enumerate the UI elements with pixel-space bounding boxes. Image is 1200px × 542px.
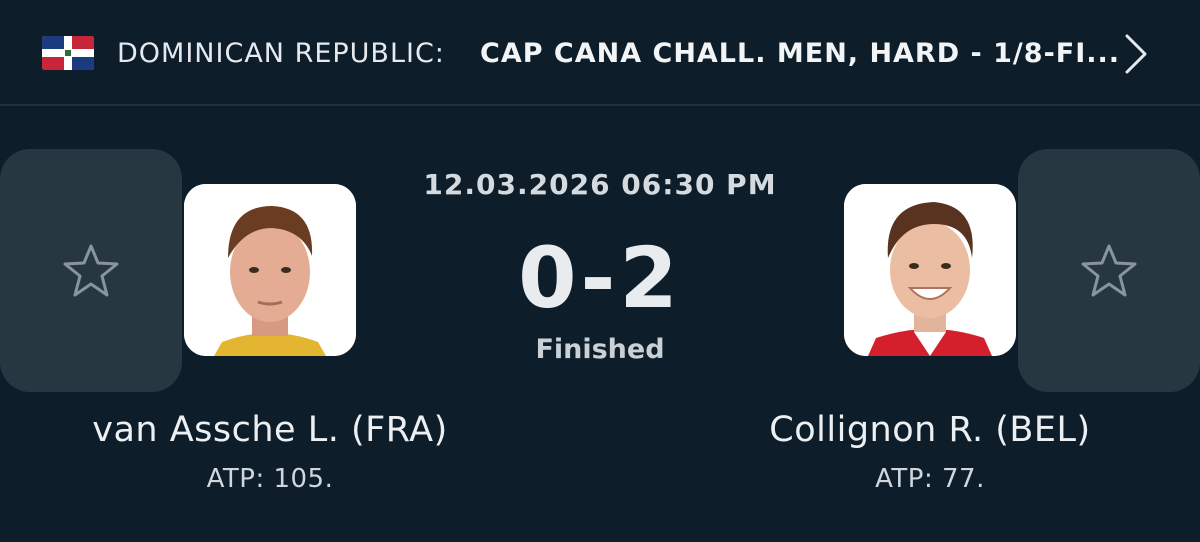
player-avatar-away[interactable] bbox=[844, 184, 1016, 356]
favorite-button-home[interactable] bbox=[0, 149, 182, 392]
country-label: DOMINICAN REPUBLIC: bbox=[117, 38, 445, 69]
player-avatar-home[interactable] bbox=[184, 184, 356, 356]
match-status: Finished bbox=[535, 334, 665, 365]
player-name-home[interactable]: van Assche L. (FRA) bbox=[50, 410, 490, 450]
favorite-button-away[interactable] bbox=[1018, 149, 1200, 392]
dominican-republic-flag-icon bbox=[42, 36, 94, 70]
player-name-away[interactable]: Collignon R. (BEL) bbox=[710, 410, 1150, 450]
player-ranking-home: ATP: 105. bbox=[206, 464, 334, 494]
star-outline-icon bbox=[1081, 244, 1137, 297]
chevron-right-icon[interactable] bbox=[1120, 30, 1152, 78]
match-score: 0-2 bbox=[518, 229, 682, 327]
player-ranking-away: ATP: 77. bbox=[875, 464, 985, 494]
tournament-name: CAP CANA CHALL. MEN, HARD - 1/8-FI... bbox=[480, 38, 1121, 69]
tournament-header[interactable]: DOMINICAN REPUBLIC: CAP CANA CHALL. MEN,… bbox=[0, 0, 1200, 106]
star-outline-icon bbox=[63, 244, 119, 297]
match-datetime: 12.03.2026 06:30 PM bbox=[423, 168, 777, 201]
